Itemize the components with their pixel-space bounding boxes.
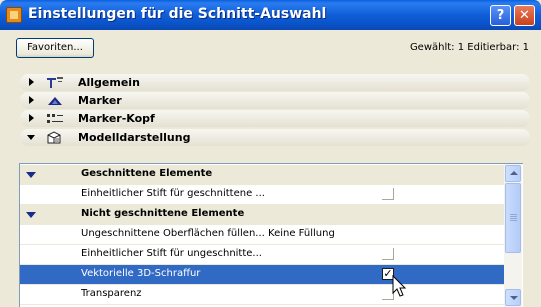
group-label: Geschnittene Elemente bbox=[81, 168, 213, 179]
section-allgemein[interactable]: Allgemein bbox=[20, 74, 530, 91]
expand-arrow-icon[interactable] bbox=[29, 96, 34, 104]
list-item[interactable]: Ungeschnittene Oberflächen füllen... Kei… bbox=[20, 225, 504, 245]
marker-icon bbox=[48, 97, 62, 105]
collapse-arrow-icon[interactable] bbox=[27, 135, 35, 140]
list-group-row[interactable]: Geschnittene Elemente bbox=[20, 165, 504, 185]
grip-line bbox=[510, 214, 517, 215]
group-label: Nicht geschnittene Elemente bbox=[81, 208, 245, 219]
general-settings-icon bbox=[47, 77, 63, 88]
section-label: Marker-Kopf bbox=[78, 112, 155, 125]
grip-line bbox=[510, 218, 517, 219]
grip-line bbox=[510, 216, 517, 217]
settings-list[interactable]: Geschnittene Elemente Einheitlicher Stif… bbox=[19, 163, 523, 307]
list-item[interactable]: Einheitlicher Stift für ungeschnitte... bbox=[20, 245, 504, 265]
window-title: Einstellungen für die Schnitt-Auswahl bbox=[28, 6, 327, 22]
marker-head-icon bbox=[47, 114, 63, 123]
help-button[interactable]: ? bbox=[490, 5, 511, 26]
group-toggle-icon[interactable] bbox=[26, 172, 36, 178]
list-item[interactable]: Einheitlicher Stift für geschnittene ... bbox=[20, 185, 504, 205]
item-label: Einheitlicher Stift für geschnittene ... bbox=[81, 188, 265, 199]
section-marker[interactable]: Marker bbox=[20, 92, 530, 109]
expand-arrow-icon[interactable] bbox=[29, 78, 34, 86]
checkbox[interactable] bbox=[382, 248, 394, 260]
app-icon bbox=[6, 7, 22, 23]
section-marker-kopf[interactable]: Marker-Kopf bbox=[20, 110, 530, 127]
scroll-thumb[interactable] bbox=[505, 183, 521, 253]
scroll-up-button[interactable] bbox=[505, 165, 521, 182]
expand-arrow-icon[interactable] bbox=[29, 114, 34, 122]
section-label: Marker bbox=[78, 94, 122, 107]
group-toggle-icon[interactable] bbox=[26, 212, 36, 218]
item-label: Einheitlicher Stift für ungeschnitte... bbox=[81, 248, 262, 259]
item-label: Transparenz bbox=[81, 288, 142, 299]
model-display-icon bbox=[47, 131, 61, 144]
list-group-row[interactable]: Nicht geschnittene Elemente bbox=[20, 205, 504, 225]
list-item-selected[interactable]: Vektorielle 3D-Schraffur ✓ bbox=[20, 265, 504, 285]
checkbox[interactable] bbox=[382, 188, 394, 200]
selection-status: Gewählt: 1 Editierbar: 1 bbox=[409, 42, 529, 53]
section-label: Allgemein bbox=[78, 76, 140, 89]
list-item[interactable]: Transparenz bbox=[20, 285, 504, 305]
favorites-button[interactable]: Favoriten... bbox=[16, 38, 94, 58]
item-label: Ungeschnittene Oberflächen füllen... Kei… bbox=[81, 228, 335, 239]
mouse-cursor-icon bbox=[392, 275, 407, 297]
scroll-down-button[interactable] bbox=[505, 289, 521, 306]
close-button[interactable]: ✕ bbox=[514, 5, 535, 26]
section-label: Modelldarstellung bbox=[78, 131, 191, 144]
title-bar[interactable]: Einstellungen für die Schnitt-Auswahl ? … bbox=[0, 0, 541, 30]
grip-line bbox=[510, 220, 517, 221]
item-label: Vektorielle 3D-Schraffur bbox=[81, 268, 201, 279]
vertical-scrollbar[interactable] bbox=[504, 164, 522, 307]
section-modelldarstellung[interactable]: Modelldarstellung bbox=[20, 129, 530, 146]
